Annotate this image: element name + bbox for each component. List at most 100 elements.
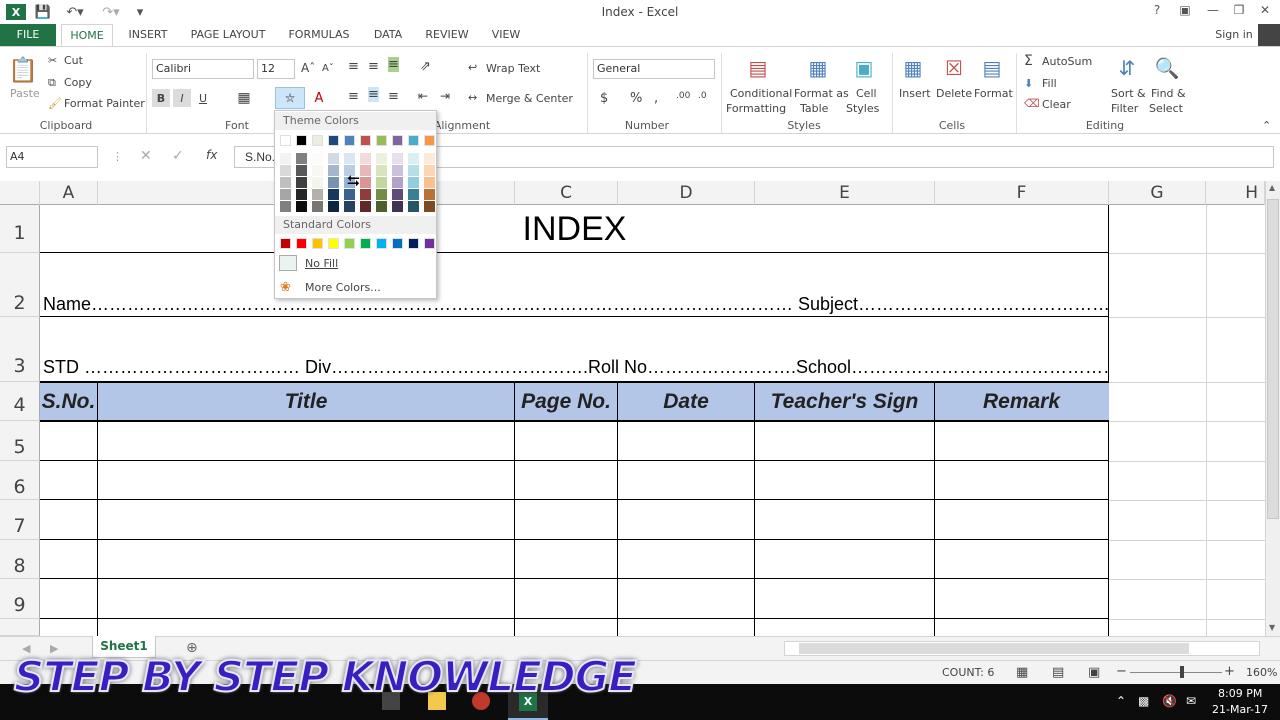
standard-color-swatch[interactable] [312,238,323,249]
zoom-slider-thumb[interactable] [1180,666,1184,678]
format-painter-icon[interactable]: 🖌 [48,97,62,110]
row-header-1[interactable]: 1 [0,205,40,253]
insert-cells-icon[interactable]: ▦ [899,53,927,83]
increase-decimal-icon[interactable]: .00 [676,91,690,101]
clock-date[interactable]: 21-Mar-17 [1212,703,1268,716]
increase-indent-icon[interactable]: ⇥ [440,89,450,103]
autosum-icon[interactable]: Σ [1024,53,1033,69]
theme-color-shade-swatch[interactable] [424,153,435,164]
standard-color-swatch[interactable] [296,238,307,249]
theme-color-shade-swatch[interactable] [328,153,339,164]
theme-color-shade-swatch[interactable] [392,189,403,200]
row-header-4[interactable]: 4 [0,382,40,421]
format-cells-button[interactable]: Format [974,87,1013,100]
tab-home[interactable]: HOME [61,24,113,46]
format-painter-button[interactable]: Format Painter [64,97,145,110]
standard-color-swatch[interactable] [408,238,419,249]
clear-button[interactable]: Clear [1042,98,1071,111]
theme-color-shade-swatch[interactable] [344,201,355,212]
close-button[interactable]: ✕ [1254,3,1276,21]
theme-color-shade-swatch[interactable] [392,153,403,164]
theme-color-shade-swatch[interactable] [312,201,323,212]
top-align-icon[interactable]: ≡ [348,59,359,74]
autosum-button[interactable]: AutoSum [1042,55,1092,68]
std-div-roll-school-cell[interactable]: STD ……………………………… Div…………………………………….Roll … [43,355,1109,379]
zoom-level[interactable]: 160% [1246,666,1277,679]
theme-color-shade-swatch[interactable] [280,189,291,200]
font-name-select[interactable]: Calibri [152,59,254,79]
theme-color-shade-swatch[interactable] [280,165,291,176]
theme-color-shade-swatch[interactable] [280,177,291,188]
theme-color-shade-swatch[interactable] [408,153,419,164]
theme-color-shade-swatch[interactable] [344,153,355,164]
page-break-view-icon[interactable]: ▣ [1088,665,1100,680]
cancel-formula-icon[interactable]: ✕ [140,148,152,164]
theme-color-shade-swatch[interactable] [392,165,403,176]
vertical-scroll-thumb[interactable] [1267,199,1279,519]
theme-color-shade-swatch[interactable] [376,201,387,212]
copy-icon[interactable]: ⧉ [48,76,56,90]
theme-color-swatch[interactable] [312,135,323,146]
delete-cells-button[interactable]: Delete [936,87,972,100]
sign-in-link[interactable]: Sign in [1210,24,1258,46]
collapse-ribbon-icon[interactable]: ⌃ [1262,119,1271,132]
name-subject-cell[interactable]: Name………………………………………………………………………………………………… [43,292,1109,316]
theme-color-shade-swatch[interactable] [360,165,371,176]
paste-icon[interactable]: 📋 [8,53,38,87]
header-cell-date[interactable]: Date [618,382,754,421]
increase-font-icon[interactable]: Aˆ [301,61,315,75]
theme-color-shade-swatch[interactable] [360,177,371,188]
theme-color-shade-swatch[interactable] [312,189,323,200]
theme-color-shade-swatch[interactable] [424,165,435,176]
standard-color-swatch[interactable] [360,238,371,249]
show-hidden-icons[interactable]: ⌃ [1116,694,1126,708]
zoom-in-icon[interactable]: + [1224,664,1235,679]
merge-center-icon[interactable]: ↔ [468,91,477,104]
theme-color-swatch[interactable] [360,135,371,146]
select-all-corner[interactable] [0,181,40,205]
normal-view-icon[interactable]: ▦ [1016,665,1028,680]
theme-color-shade-swatch[interactable] [392,177,403,188]
theme-color-shade-swatch[interactable] [312,177,323,188]
row-header-2[interactable]: 2 [0,253,40,317]
zoom-out-icon[interactable]: − [1116,664,1127,679]
theme-color-shade-swatch[interactable] [360,201,371,212]
sort-filter-button[interactable]: Sort & [1111,87,1146,100]
volume-icon[interactable]: 🔇 [1162,694,1177,708]
column-header-h[interactable]: H [1206,181,1265,205]
standard-color-swatch[interactable] [376,238,387,249]
theme-color-swatch[interactable] [424,135,435,146]
header-cell-teacher-sign[interactable]: Teacher's Sign [755,382,934,421]
align-left-icon[interactable]: ≡ [348,89,359,104]
number-format-select[interactable]: General [593,59,715,79]
theme-color-shade-swatch[interactable] [376,153,387,164]
sheet-title-cell[interactable]: INDEX [40,208,1109,250]
align-center-icon[interactable]: ≡ [368,87,379,102]
standard-color-swatch[interactable] [280,238,291,249]
standard-color-swatch[interactable] [344,238,355,249]
sort-filter-icon[interactable]: ⇵ [1112,53,1142,83]
avatar[interactable] [1258,24,1280,46]
enter-formula-icon[interactable]: ✓ [172,148,184,164]
theme-color-swatch[interactable] [408,135,419,146]
theme-color-shade-swatch[interactable] [328,165,339,176]
theme-color-shade-swatch[interactable] [280,153,291,164]
delete-cells-icon[interactable]: ☒ [940,53,968,83]
help-icon[interactable]: ? [1146,3,1168,21]
ribbon-display-icon[interactable]: ▣ [1174,3,1196,21]
column-header-g[interactable]: G [1109,181,1206,205]
horizontal-scroll-thumb[interactable] [799,643,1189,654]
theme-color-swatch[interactable] [376,135,387,146]
theme-color-shade-swatch[interactable] [376,177,387,188]
row-header-6[interactable]: 6 [0,461,40,500]
format-as-table-icon[interactable]: ▦ [804,53,832,83]
tab-insert[interactable]: INSERT [120,24,176,46]
format-cells-icon[interactable]: ▤ [978,53,1006,83]
conditional-formatting-button[interactable]: Conditional [730,87,792,100]
theme-color-shade-swatch[interactable] [296,189,307,200]
theme-color-shade-swatch[interactable] [376,165,387,176]
font-color-icon[interactable]: A [307,89,331,107]
theme-color-shade-swatch[interactable] [408,201,419,212]
theme-color-shade-swatch[interactable] [424,189,435,200]
fill-color-icon[interactable]: ⛦ [275,87,305,109]
